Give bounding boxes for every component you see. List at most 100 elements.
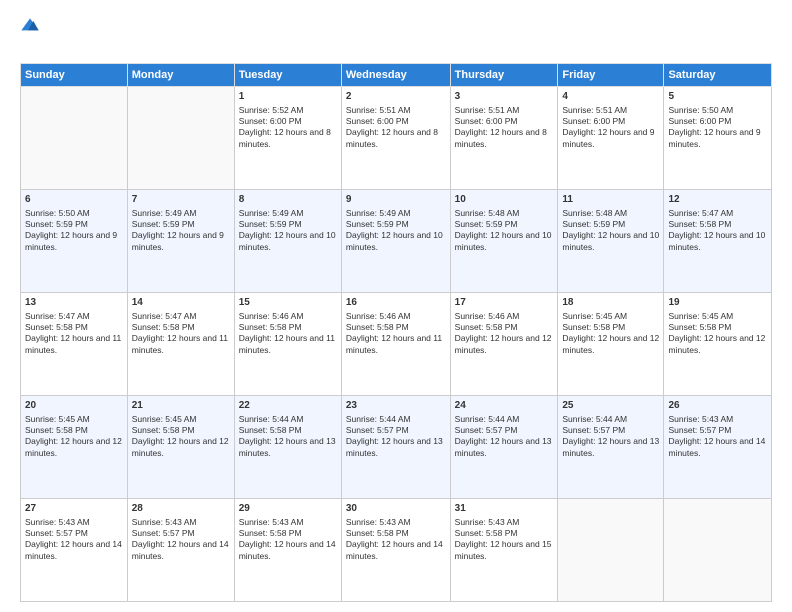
sunrise-text: Sunrise: 5:46 AM [455, 311, 554, 322]
logo-icon [20, 15, 40, 35]
day-number: 12 [668, 193, 767, 207]
daylight-text: Daylight: 12 hours and 14 minutes. [132, 539, 230, 562]
calendar-cell: 24Sunrise: 5:44 AMSunset: 5:57 PMDayligh… [450, 396, 558, 499]
sunrise-text: Sunrise: 5:47 AM [25, 311, 123, 322]
sunset-text: Sunset: 5:59 PM [455, 219, 554, 230]
daylight-text: Daylight: 12 hours and 13 minutes. [562, 436, 659, 459]
calendar-cell: 23Sunrise: 5:44 AMSunset: 5:57 PMDayligh… [341, 396, 450, 499]
daylight-text: Daylight: 12 hours and 11 minutes. [239, 333, 337, 356]
sunrise-text: Sunrise: 5:43 AM [455, 517, 554, 528]
sunset-text: Sunset: 5:58 PM [455, 528, 554, 539]
sunset-text: Sunset: 5:58 PM [239, 425, 337, 436]
daylight-text: Daylight: 12 hours and 9 minutes. [25, 230, 123, 253]
sunset-text: Sunset: 5:59 PM [562, 219, 659, 230]
sunset-text: Sunset: 5:58 PM [668, 322, 767, 333]
calendar-cell: 13Sunrise: 5:47 AMSunset: 5:58 PMDayligh… [21, 293, 128, 396]
calendar-cell: 4Sunrise: 5:51 AMSunset: 6:00 PMDaylight… [558, 87, 664, 190]
sunrise-text: Sunrise: 5:45 AM [562, 311, 659, 322]
calendar-cell [558, 499, 664, 602]
sunset-text: Sunset: 5:57 PM [455, 425, 554, 436]
sunrise-text: Sunrise: 5:46 AM [239, 311, 337, 322]
logo [20, 15, 44, 53]
daylight-text: Daylight: 12 hours and 10 minutes. [668, 230, 767, 253]
calendar-cell: 29Sunrise: 5:43 AMSunset: 5:58 PMDayligh… [234, 499, 341, 602]
day-number: 15 [239, 296, 337, 310]
calendar-cell: 18Sunrise: 5:45 AMSunset: 5:58 PMDayligh… [558, 293, 664, 396]
daylight-text: Daylight: 12 hours and 9 minutes. [562, 127, 659, 150]
day-number: 18 [562, 296, 659, 310]
sunrise-text: Sunrise: 5:51 AM [562, 105, 659, 116]
sunset-text: Sunset: 6:00 PM [455, 116, 554, 127]
day-number: 4 [562, 90, 659, 104]
sunset-text: Sunset: 5:59 PM [25, 219, 123, 230]
daylight-text: Daylight: 12 hours and 11 minutes. [346, 333, 446, 356]
calendar-cell: 28Sunrise: 5:43 AMSunset: 5:57 PMDayligh… [127, 499, 234, 602]
calendar-cell: 17Sunrise: 5:46 AMSunset: 5:58 PMDayligh… [450, 293, 558, 396]
sunrise-text: Sunrise: 5:49 AM [239, 208, 337, 219]
day-header-saturday: Saturday [664, 64, 772, 87]
calendar-cell: 10Sunrise: 5:48 AMSunset: 5:59 PMDayligh… [450, 190, 558, 293]
daylight-text: Daylight: 12 hours and 10 minutes. [346, 230, 446, 253]
calendar-cell: 8Sunrise: 5:49 AMSunset: 5:59 PMDaylight… [234, 190, 341, 293]
daylight-text: Daylight: 12 hours and 14 minutes. [239, 539, 337, 562]
day-number: 16 [346, 296, 446, 310]
week-row-1: 1Sunrise: 5:52 AMSunset: 6:00 PMDaylight… [21, 87, 772, 190]
day-number: 10 [455, 193, 554, 207]
sunrise-text: Sunrise: 5:47 AM [132, 311, 230, 322]
daylight-text: Daylight: 12 hours and 15 minutes. [455, 539, 554, 562]
daylight-text: Daylight: 12 hours and 12 minutes. [562, 333, 659, 356]
day-number: 22 [239, 399, 337, 413]
day-number: 28 [132, 502, 230, 516]
day-number: 6 [25, 193, 123, 207]
day-number: 30 [346, 502, 446, 516]
calendar-cell: 27Sunrise: 5:43 AMSunset: 5:57 PMDayligh… [21, 499, 128, 602]
day-number: 5 [668, 90, 767, 104]
sunrise-text: Sunrise: 5:43 AM [346, 517, 446, 528]
sunrise-text: Sunrise: 5:44 AM [346, 414, 446, 425]
sunset-text: Sunset: 5:58 PM [668, 219, 767, 230]
calendar-cell: 31Sunrise: 5:43 AMSunset: 5:58 PMDayligh… [450, 499, 558, 602]
week-row-5: 27Sunrise: 5:43 AMSunset: 5:57 PMDayligh… [21, 499, 772, 602]
sunrise-text: Sunrise: 5:43 AM [668, 414, 767, 425]
sunset-text: Sunset: 5:59 PM [132, 219, 230, 230]
sunset-text: Sunset: 5:58 PM [346, 322, 446, 333]
daylight-text: Daylight: 12 hours and 12 minutes. [455, 333, 554, 356]
page: SundayMondayTuesdayWednesdayThursdayFrid… [0, 0, 792, 612]
sunset-text: Sunset: 5:57 PM [25, 528, 123, 539]
day-header-friday: Friday [558, 64, 664, 87]
day-header-thursday: Thursday [450, 64, 558, 87]
day-number: 26 [668, 399, 767, 413]
sunset-text: Sunset: 5:59 PM [239, 219, 337, 230]
daylight-text: Daylight: 12 hours and 12 minutes. [25, 436, 123, 459]
sunrise-text: Sunrise: 5:45 AM [132, 414, 230, 425]
calendar-cell [127, 87, 234, 190]
sunrise-text: Sunrise: 5:43 AM [25, 517, 123, 528]
day-header-wednesday: Wednesday [341, 64, 450, 87]
sunset-text: Sunset: 5:57 PM [668, 425, 767, 436]
sunrise-text: Sunrise: 5:48 AM [455, 208, 554, 219]
calendar-cell: 3Sunrise: 5:51 AMSunset: 6:00 PMDaylight… [450, 87, 558, 190]
sunset-text: Sunset: 5:58 PM [132, 322, 230, 333]
week-row-3: 13Sunrise: 5:47 AMSunset: 5:58 PMDayligh… [21, 293, 772, 396]
calendar-header-row: SundayMondayTuesdayWednesdayThursdayFrid… [21, 64, 772, 87]
calendar-cell: 26Sunrise: 5:43 AMSunset: 5:57 PMDayligh… [664, 396, 772, 499]
sunrise-text: Sunrise: 5:43 AM [132, 517, 230, 528]
sunrise-text: Sunrise: 5:44 AM [239, 414, 337, 425]
day-number: 31 [455, 502, 554, 516]
sunrise-text: Sunrise: 5:50 AM [668, 105, 767, 116]
sunrise-text: Sunrise: 5:44 AM [455, 414, 554, 425]
sunset-text: Sunset: 5:58 PM [25, 322, 123, 333]
daylight-text: Daylight: 12 hours and 11 minutes. [25, 333, 123, 356]
day-number: 13 [25, 296, 123, 310]
calendar-table: SundayMondayTuesdayWednesdayThursdayFrid… [20, 63, 772, 602]
sunrise-text: Sunrise: 5:49 AM [132, 208, 230, 219]
daylight-text: Daylight: 12 hours and 10 minutes. [455, 230, 554, 253]
sunset-text: Sunset: 5:58 PM [562, 322, 659, 333]
sunset-text: Sunset: 5:58 PM [239, 322, 337, 333]
calendar-cell: 11Sunrise: 5:48 AMSunset: 5:59 PMDayligh… [558, 190, 664, 293]
calendar-cell: 9Sunrise: 5:49 AMSunset: 5:59 PMDaylight… [341, 190, 450, 293]
day-number: 23 [346, 399, 446, 413]
daylight-text: Daylight: 12 hours and 14 minutes. [346, 539, 446, 562]
calendar-cell: 1Sunrise: 5:52 AMSunset: 6:00 PMDaylight… [234, 87, 341, 190]
sunset-text: Sunset: 6:00 PM [346, 116, 446, 127]
